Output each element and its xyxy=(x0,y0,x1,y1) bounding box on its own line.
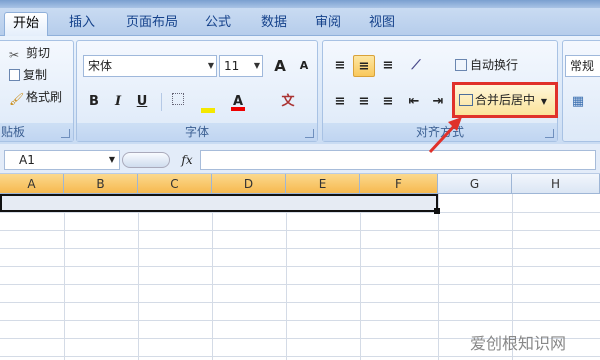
gridline xyxy=(0,248,600,249)
font-group: 宋体 ▼ 11 ▼ A A B I U A 文 字体 xyxy=(76,40,318,142)
font-launcher-icon[interactable] xyxy=(305,129,314,138)
gridline xyxy=(138,194,139,360)
name-box[interactable]: A1 ▼ xyxy=(4,150,120,170)
align-top-icon[interactable]: ≡ xyxy=(329,55,351,77)
column-header-h[interactable]: H xyxy=(512,174,600,194)
gridline xyxy=(0,230,600,231)
align-middle-icon[interactable]: ≡ xyxy=(353,55,375,77)
column-header-b[interactable]: B xyxy=(64,174,138,194)
merge-cells-icon xyxy=(459,94,473,106)
decrease-indent-icon[interactable]: ⇤ xyxy=(403,91,425,113)
tab-review[interactable]: 审阅 xyxy=(308,12,348,36)
merge-center-button[interactable]: 合并后居中 ▼ xyxy=(452,82,558,118)
separator xyxy=(161,93,162,111)
column-header-e[interactable]: E xyxy=(286,174,360,194)
borders-icon[interactable] xyxy=(167,91,189,113)
font-name-combo[interactable]: 宋体 ▼ xyxy=(83,55,217,77)
gridline xyxy=(0,302,600,303)
fill-handle[interactable] xyxy=(434,208,440,214)
tab-view[interactable]: 视图 xyxy=(362,12,402,36)
number-format-value: 常规 xyxy=(570,59,595,73)
align-left-icon[interactable]: ≡ xyxy=(329,91,351,113)
format-painter-button[interactable]: 🖌 格式刷 xyxy=(9,87,62,107)
cut-label: 剪切 xyxy=(26,46,51,60)
clipboard-launcher-icon[interactable] xyxy=(61,129,70,138)
column-header-g[interactable]: G xyxy=(438,174,512,194)
window-top-strip xyxy=(0,0,600,8)
number-group: 常规 ▦ xyxy=(562,40,600,142)
font-color-icon[interactable]: A xyxy=(227,91,249,113)
shrink-font-button[interactable]: A xyxy=(293,55,315,77)
tab-formulas[interactable]: 公式 xyxy=(198,12,238,36)
copy-label: 复制 xyxy=(23,68,48,82)
gridline xyxy=(360,194,361,360)
number-format-combo[interactable]: 常规 xyxy=(565,55,600,77)
italic-button[interactable]: I xyxy=(107,91,129,113)
column-header-a[interactable]: A xyxy=(0,174,64,194)
formula-bar-resize-handle[interactable] xyxy=(122,152,170,168)
gridline xyxy=(0,320,600,321)
chevron-down-icon: ▼ xyxy=(207,61,214,70)
accounting-format-icon[interactable]: ▦ xyxy=(567,91,589,113)
wrap-text-label: 自动换行 xyxy=(470,58,519,72)
wrap-text-icon xyxy=(455,59,467,71)
scissors-icon: ✂ xyxy=(9,48,20,62)
tab-home[interactable]: 开始 xyxy=(4,12,48,36)
font-size-value: 11 xyxy=(224,59,240,73)
merge-center-label: 合并后居中 xyxy=(475,93,536,107)
insert-function-button[interactable]: fx xyxy=(176,150,198,170)
chevron-down-icon: ▼ xyxy=(108,155,115,164)
orientation-icon[interactable]: ⟋ xyxy=(405,55,427,77)
align-bottom-icon[interactable]: ≡ xyxy=(377,55,399,77)
copy-icon xyxy=(9,69,20,81)
copy-button[interactable]: 复制 xyxy=(9,65,47,85)
tab-page-layout[interactable]: 页面布局 xyxy=(120,12,184,36)
grow-font-button[interactable]: A xyxy=(269,55,291,77)
align-center-icon[interactable]: ≡ xyxy=(353,91,375,113)
font-group-label: 字体 xyxy=(77,123,317,141)
gridline xyxy=(0,284,600,285)
selected-range[interactable] xyxy=(0,194,438,212)
phonetic-icon[interactable]: 文 xyxy=(277,91,299,113)
formula-bar: A1 ▼ fx xyxy=(0,144,600,174)
column-header-d[interactable]: D xyxy=(212,174,286,194)
chevron-down-icon: ▼ xyxy=(540,97,547,106)
align-right-icon[interactable]: ≡ xyxy=(377,91,399,113)
gridline xyxy=(0,212,600,213)
gridline xyxy=(438,194,439,360)
tab-insert[interactable]: 插入 xyxy=(62,12,102,36)
clipboard-group: ✂ 剪切 复制 🖌 格式刷 贴板 xyxy=(0,40,74,142)
alignment-group-label: 对齐方式 xyxy=(323,123,557,141)
gridline xyxy=(286,194,287,360)
bold-button[interactable]: B xyxy=(83,91,105,113)
gridline xyxy=(0,266,600,267)
formula-input[interactable] xyxy=(200,150,596,170)
font-name-value: 宋体 xyxy=(88,59,113,73)
format-painter-label: 格式刷 xyxy=(26,90,63,104)
cell-reference: A1 xyxy=(19,153,35,167)
column-header-f[interactable]: F xyxy=(360,174,438,194)
tab-data[interactable]: 数据 xyxy=(254,12,294,36)
chevron-down-icon: ▼ xyxy=(253,61,260,70)
gridline xyxy=(0,356,600,357)
underline-button[interactable]: U xyxy=(131,91,153,113)
paintbrush-icon: 🖌 xyxy=(9,92,25,106)
gridline xyxy=(64,194,65,360)
font-size-combo[interactable]: 11 ▼ xyxy=(219,55,263,77)
fill-color-icon[interactable] xyxy=(197,91,219,113)
increase-indent-icon[interactable]: ⇥ xyxy=(427,91,449,113)
cut-button[interactable]: ✂ 剪切 xyxy=(9,43,50,63)
gridline xyxy=(212,194,213,360)
alignment-launcher-icon[interactable] xyxy=(545,129,554,138)
wrap-text-button[interactable]: 自动换行 xyxy=(455,55,518,75)
watermark: 爱创根知识网 xyxy=(470,334,567,353)
column-header-c[interactable]: C xyxy=(138,174,212,194)
ribbon-tab-bar: 开始 插入 页面布局 公式 数据 审阅 视图 xyxy=(0,8,600,36)
